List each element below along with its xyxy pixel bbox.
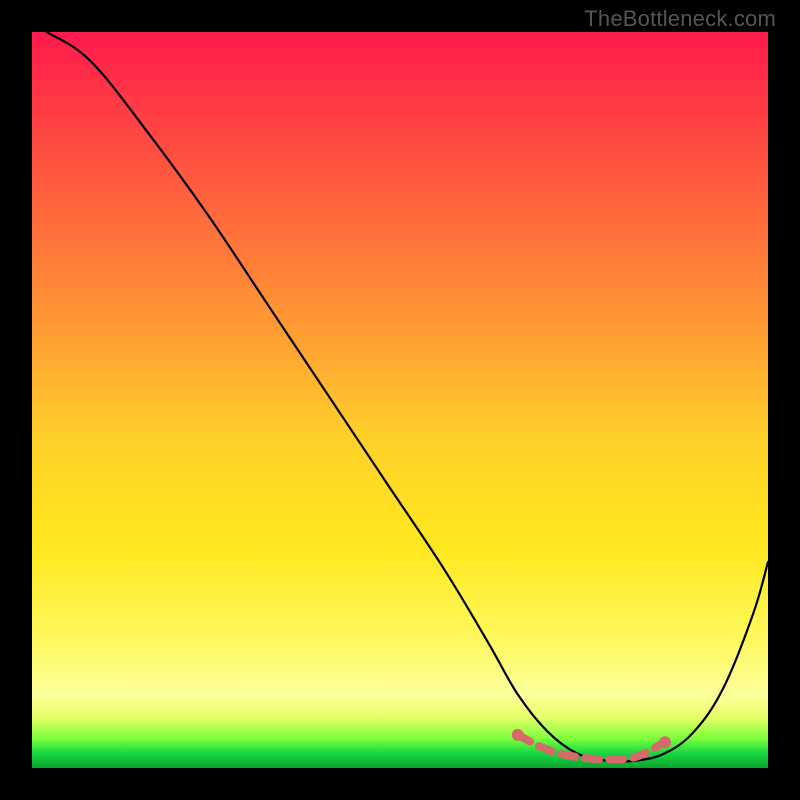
chart-frame: TheBottleneck.com	[0, 0, 800, 800]
optimal-range-line	[518, 735, 665, 759]
plot-area	[32, 32, 768, 768]
optimal-range-start-cap	[512, 729, 524, 741]
watermark-text: TheBottleneck.com	[584, 6, 776, 32]
chart-svg	[32, 32, 768, 768]
bottleneck-curve-line	[47, 32, 768, 762]
optimal-range-end-cap	[659, 736, 671, 748]
